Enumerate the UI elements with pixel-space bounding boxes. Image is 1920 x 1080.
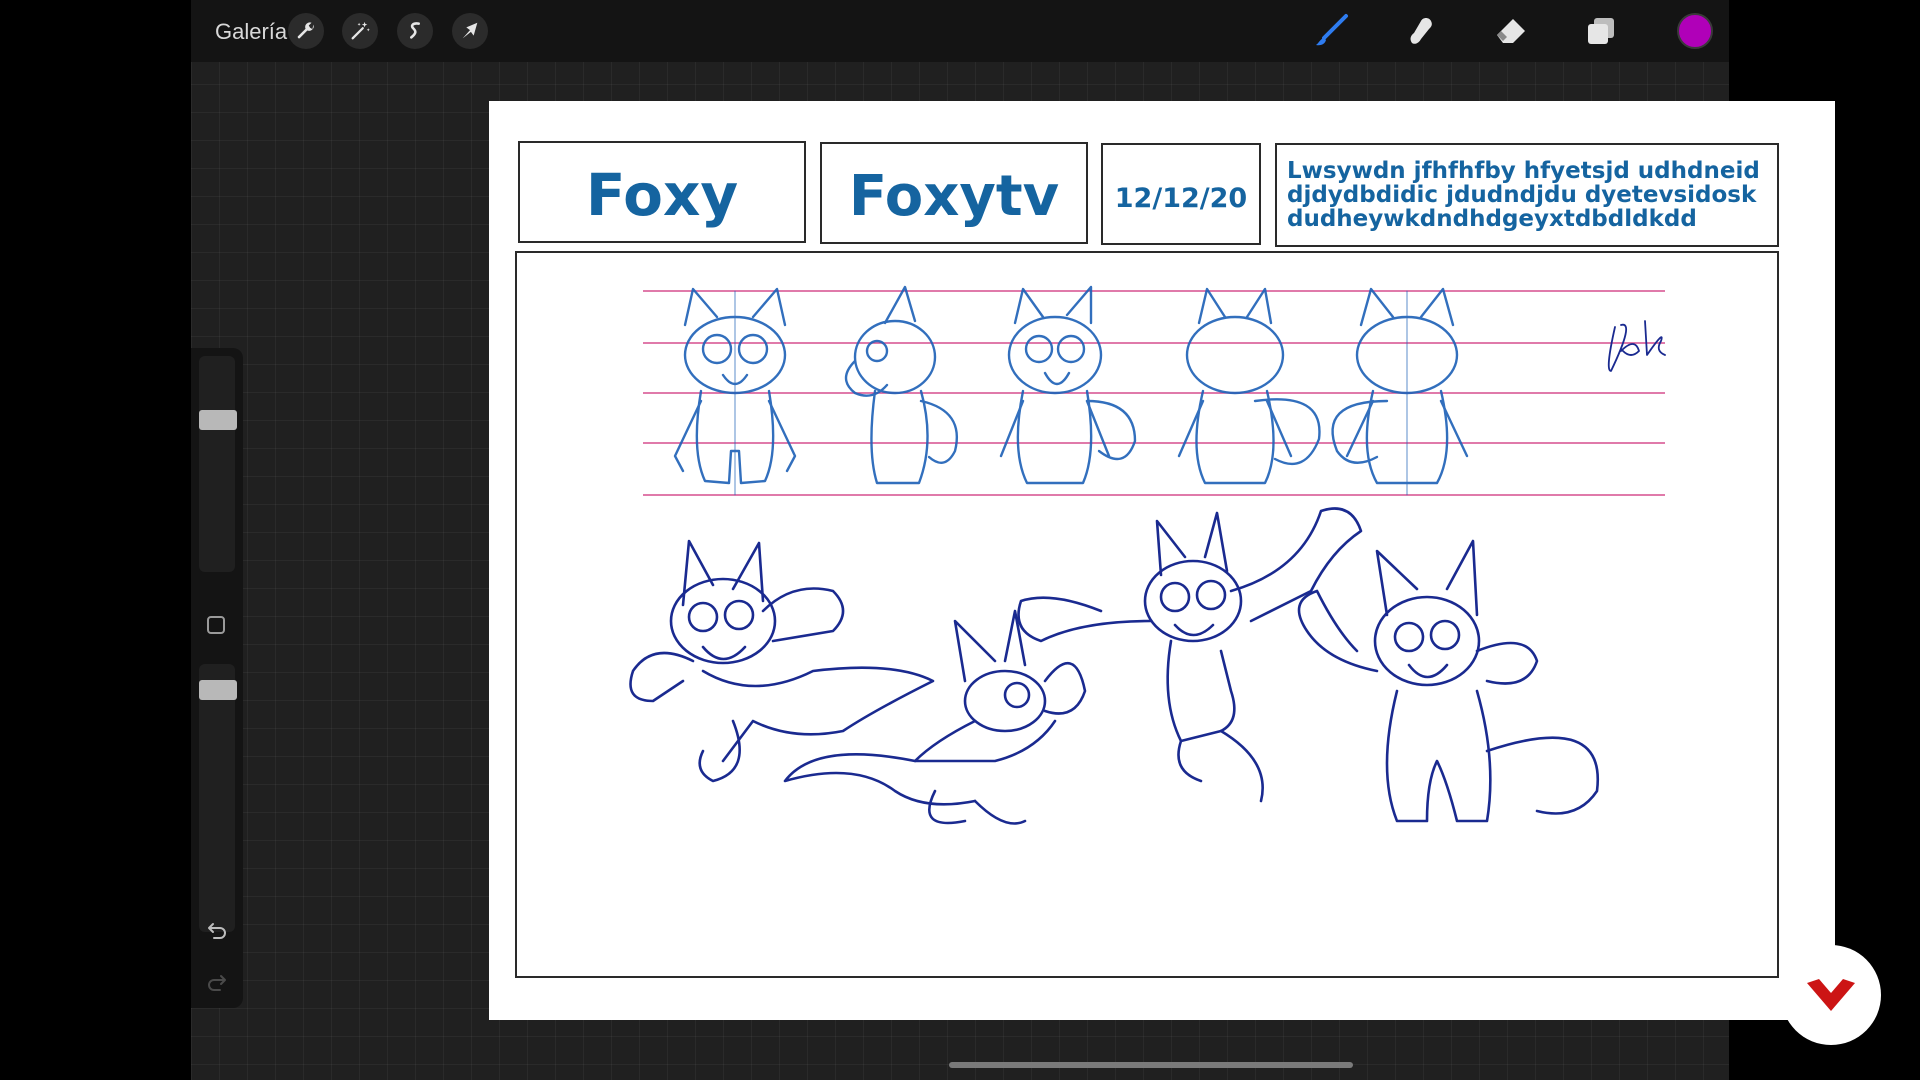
artist-signature	[1607, 320, 1666, 372]
eraser-tool[interactable]	[1490, 10, 1532, 52]
description-box: Lwsywdn jfhfhfby hfyetsjd udhdneid djdyd…	[1275, 143, 1779, 247]
opacity-handle[interactable]	[199, 680, 237, 700]
undo-icon[interactable]	[205, 918, 229, 942]
redo-icon[interactable]	[205, 970, 229, 994]
foxy-pose-jumping	[1017, 507, 1363, 803]
brush-size-slider[interactable]	[199, 356, 235, 572]
modify-button[interactable]	[207, 616, 225, 634]
layers-icon	[1588, 18, 1614, 44]
transform-icon	[462, 22, 478, 39]
smudge-icon	[1410, 18, 1432, 44]
brush-size-handle[interactable]	[199, 410, 237, 430]
drawing-canvas[interactable]: Foxy Foxytv 12/12/20 Lwsywdn jfhfhfby hf…	[489, 101, 1835, 1020]
transform-button[interactable]	[452, 13, 488, 49]
adjustments-button[interactable]	[342, 13, 378, 49]
selection-button[interactable]	[397, 13, 433, 49]
foxy-pose-running	[629, 539, 935, 783]
top-toolbar: Galería	[191, 0, 1729, 62]
layers-tool[interactable]	[1580, 10, 1622, 52]
smudge-tool[interactable]	[1400, 10, 1442, 52]
name-box: Foxy	[518, 141, 806, 243]
brush-tool[interactable]	[1310, 10, 1352, 52]
domestika-logo-icon	[1807, 979, 1855, 1011]
gallery-button[interactable]: Galería	[215, 19, 287, 45]
sheet-description: Lwsywdn jfhfhfby hfyetsjd udhdneid djdyd…	[1287, 158, 1760, 232]
color-picker-button[interactable]	[1677, 13, 1713, 49]
character-name: Foxy	[585, 161, 739, 229]
date-box: 12/12/20	[1101, 143, 1261, 245]
foxy-back-view	[1331, 287, 1469, 496]
foxy-pose-flying	[783, 609, 1087, 825]
home-indicator[interactable]	[949, 1062, 1353, 1068]
foxy-back-three-quarter-view	[1177, 287, 1321, 485]
project-name: Foxytv	[848, 164, 1060, 229]
project-box: Foxytv	[820, 142, 1088, 244]
side-toolbar	[191, 348, 243, 1008]
brush-icon	[1316, 14, 1348, 46]
sheet-date: 12/12/20	[1114, 183, 1248, 214]
procreate-app: Galería Foxy Foxytv 12/12/20 Lwsywdn jfh…	[191, 0, 1835, 1080]
foxy-side-view	[844, 285, 958, 485]
eraser-icon	[1497, 19, 1525, 43]
domestika-logo	[1781, 945, 1881, 1045]
foxy-pose-stopping	[1297, 539, 1600, 823]
foxy-front-view	[673, 287, 797, 496]
opacity-slider[interactable]	[199, 664, 235, 932]
character-sketches	[629, 285, 1666, 825]
turnaround-guides	[643, 290, 1665, 496]
actions-button[interactable]	[288, 13, 324, 49]
selection-icon	[410, 22, 420, 39]
foxy-three-quarter-view	[999, 285, 1137, 485]
magic-wand-icon	[351, 21, 370, 40]
wrench-icon	[297, 22, 314, 39]
